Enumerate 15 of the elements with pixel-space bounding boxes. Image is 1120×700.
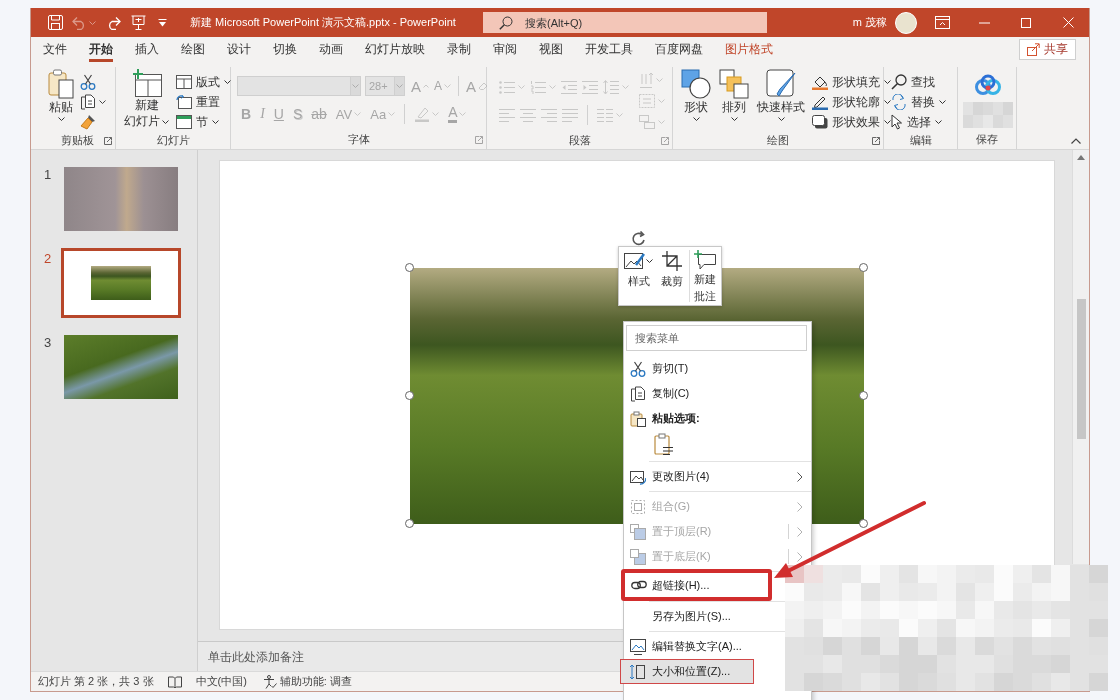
group-label: 绘图 [767, 133, 789, 148]
menu-heading: 粘贴选项: [652, 411, 700, 426]
slide-number: 1 [44, 166, 53, 182]
slide-number: 2 [44, 250, 53, 266]
group-label: 幻灯片 [156, 133, 190, 148]
group-label: 编辑 [909, 133, 932, 148]
user-name: m 茂稼 [852, 15, 887, 30]
group-label: 字体 [347, 132, 370, 147]
slide-counter: 幻灯片 第 2 张，共 3 张 [38, 674, 154, 689]
slide-number: 3 [44, 334, 53, 350]
group-label: 剪贴板 [61, 133, 94, 148]
group-label: 保存 [976, 132, 998, 147]
window-title: 新建 Microsoft PowerPoint 演示文稿.pptx - PowerPoint [190, 15, 457, 30]
language-label: 中文(中国) [195, 674, 247, 689]
group-label: 段落 [568, 133, 591, 148]
